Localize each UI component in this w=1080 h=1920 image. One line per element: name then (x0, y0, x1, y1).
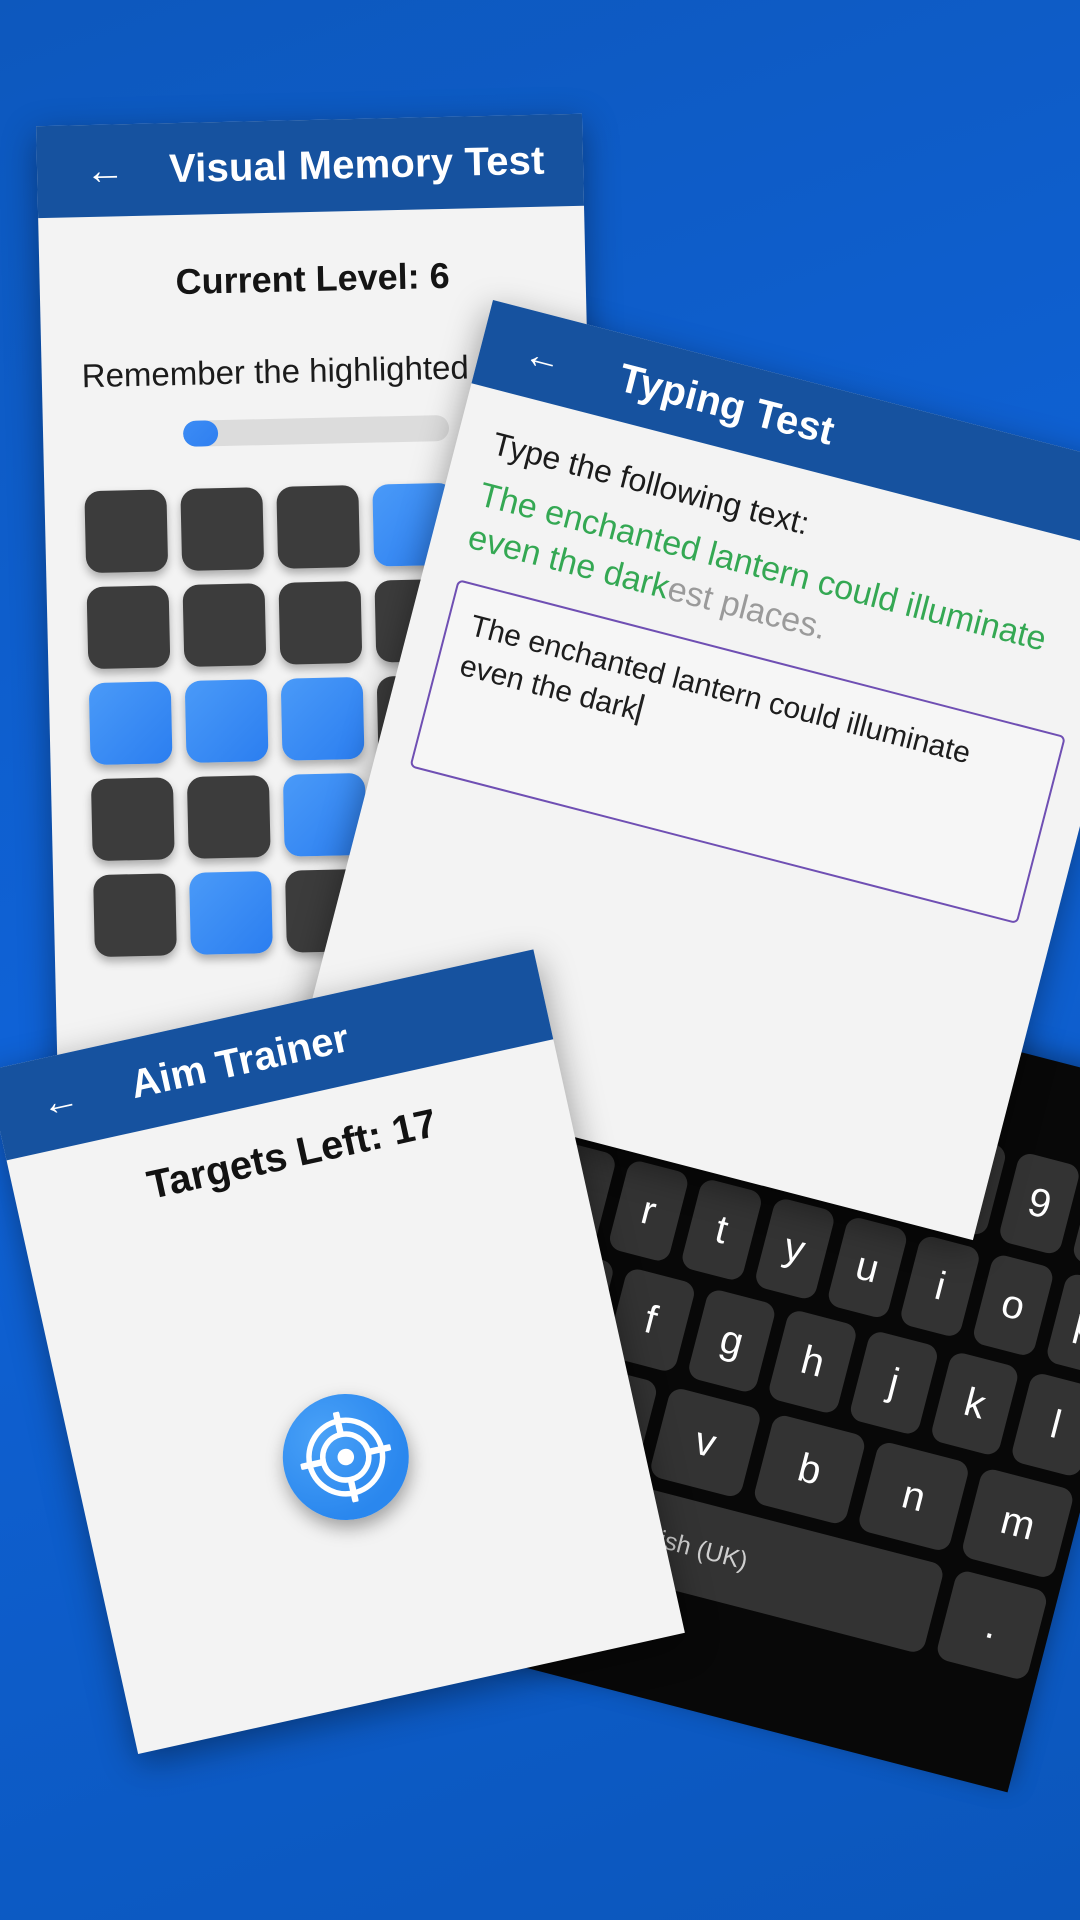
memory-cell[interactable] (84, 489, 169, 574)
memory-cell[interactable] (186, 775, 271, 859)
back-arrow-icon[interactable]: ← (85, 148, 126, 193)
key-u[interactable]: u (825, 1215, 910, 1320)
crosshair-glyph (299, 1410, 393, 1504)
progress-bar (182, 414, 450, 447)
back-arrow-icon[interactable]: ← (37, 1077, 83, 1126)
memory-cell[interactable] (182, 583, 267, 667)
key-m[interactable]: m (960, 1467, 1076, 1580)
key-b[interactable]: b (752, 1413, 867, 1526)
memory-cell[interactable] (88, 681, 173, 766)
key-y[interactable]: y (752, 1196, 837, 1302)
memory-cell[interactable] (90, 777, 175, 862)
key-9[interactable]: 9 (997, 1151, 1080, 1256)
key-n[interactable]: n (856, 1440, 972, 1553)
memory-cell[interactable] (180, 487, 265, 571)
memory-cell[interactable] (276, 484, 361, 569)
crosshair-target-icon[interactable] (270, 1381, 421, 1533)
key-h[interactable]: h (767, 1308, 859, 1416)
key-t[interactable]: t (679, 1177, 764, 1283)
key-i[interactable]: i (898, 1234, 982, 1339)
page-title: Visual Memory Test (168, 138, 546, 191)
key-l[interactable]: l (1010, 1371, 1080, 1479)
key-period[interactable]: . (934, 1568, 1049, 1682)
memory-cell[interactable] (184, 679, 269, 763)
key-r[interactable]: r (607, 1158, 691, 1264)
screen-stage: ← Visual Memory Test Current Level: 6 Re… (0, 0, 1080, 1920)
key-g[interactable]: g (686, 1287, 778, 1395)
key-k[interactable]: k (929, 1350, 1021, 1458)
current-level-label: Current Level: 6 (175, 254, 451, 303)
memory-cell[interactable] (280, 676, 365, 761)
memory-cell[interactable] (93, 873, 177, 958)
progress-bar-fill (182, 420, 218, 447)
memory-cell[interactable] (278, 580, 363, 665)
visual-memory-appbar: ← Visual Memory Test (36, 113, 585, 219)
key-j[interactable]: j (848, 1329, 940, 1437)
back-arrow-icon[interactable]: ← (520, 332, 567, 382)
memory-cell[interactable] (189, 871, 273, 955)
key-o[interactable]: o (971, 1252, 1055, 1358)
key-v[interactable]: v (648, 1386, 763, 1499)
memory-cell[interactable] (86, 585, 171, 670)
